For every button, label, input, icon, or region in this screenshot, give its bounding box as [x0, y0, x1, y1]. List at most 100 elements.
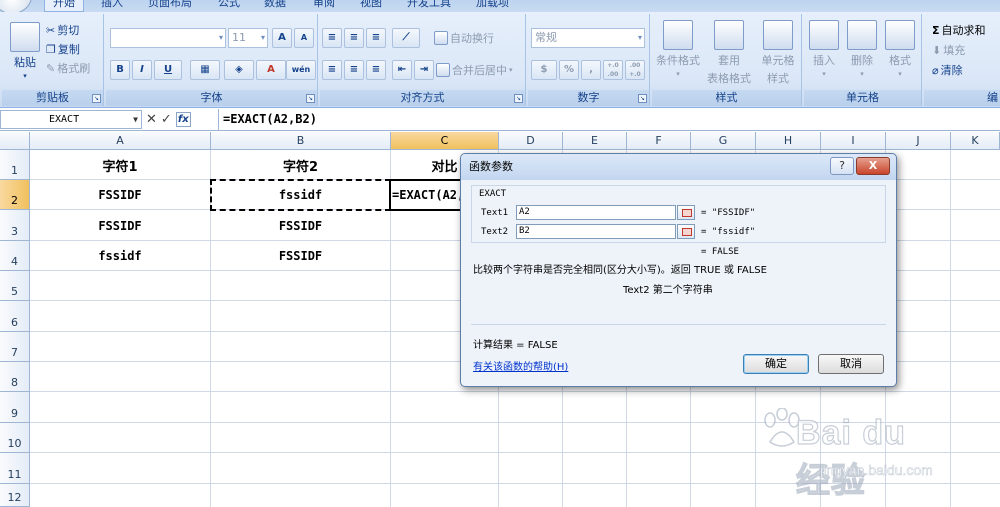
column-header-e[interactable]: E: [563, 132, 627, 150]
column-header-b[interactable]: B: [211, 132, 391, 150]
paste-button[interactable]: 粘贴 ▾: [8, 22, 42, 80]
column-header-f[interactable]: F: [627, 132, 691, 150]
align-bottom-button[interactable]: ≡: [366, 28, 386, 48]
tab-addins[interactable]: 加载项: [476, 0, 509, 12]
cell-b2[interactable]: fssidf: [211, 180, 390, 210]
row-header-11[interactable]: 11: [0, 453, 30, 484]
autosum-button[interactable]: Σ 自动求和: [932, 22, 986, 38]
phonetic-button[interactable]: wén: [286, 60, 316, 80]
cell-a2[interactable]: FSSIDF: [30, 180, 210, 210]
row-header-4[interactable]: 4: [0, 241, 30, 271]
column-header-c[interactable]: C: [391, 132, 499, 150]
help-button[interactable]: ?: [830, 157, 854, 175]
fill-color-button[interactable]: ◈: [224, 60, 254, 80]
alignment-launcher-icon[interactable]: ↘: [514, 94, 523, 103]
ok-button[interactable]: 确定: [743, 354, 809, 374]
cell-a1[interactable]: 字符1: [30, 150, 210, 180]
cut-button[interactable]: ✂ 剪切: [46, 22, 79, 38]
conditional-format-button[interactable]: 条件格式 ▾: [654, 20, 702, 78]
tab-developer[interactable]: 开发工具: [407, 0, 451, 12]
percent-button[interactable]: %: [559, 60, 579, 80]
underline-button[interactable]: U: [154, 60, 182, 80]
format-as-table-button[interactable]: 套用 表格格式: [704, 20, 754, 86]
align-top-button[interactable]: ≡: [322, 28, 342, 48]
decrease-decimal-button[interactable]: .00 +.0: [625, 60, 645, 80]
delete-cells-button[interactable]: 删除 ▾: [846, 20, 878, 78]
align-left-button[interactable]: ≡: [322, 60, 342, 80]
text1-input[interactable]: A2: [516, 205, 676, 220]
font-launcher-icon[interactable]: ↘: [306, 94, 315, 103]
format-cells-button[interactable]: 格式 ▾: [884, 20, 916, 78]
align-right-button[interactable]: ≡: [366, 60, 386, 80]
cell-a3[interactable]: FSSIDF: [30, 210, 210, 241]
column-header-i[interactable]: I: [821, 132, 886, 150]
tab-home[interactable]: 开始: [44, 0, 84, 12]
cancel-button[interactable]: 取消: [818, 354, 884, 374]
tab-insert[interactable]: 插入: [101, 0, 123, 12]
font-size-combo[interactable]: 11 ▾: [228, 28, 268, 48]
tab-view[interactable]: 视图: [360, 0, 382, 12]
insert-cells-button[interactable]: 插入 ▾: [808, 20, 840, 78]
row-header-10[interactable]: 10: [0, 423, 30, 453]
fill-button[interactable]: ⬇ 填充: [932, 42, 965, 58]
office-button[interactable]: [0, 0, 32, 12]
column-header-a[interactable]: A: [30, 132, 211, 150]
row-header-9[interactable]: 9: [0, 392, 30, 423]
align-middle-button[interactable]: ≡: [344, 28, 364, 48]
cell-a4[interactable]: fssidf: [30, 241, 210, 271]
comma-button[interactable]: ,: [581, 60, 601, 80]
italic-button[interactable]: I: [132, 60, 152, 80]
align-center-button[interactable]: ≡: [344, 60, 364, 80]
column-header-h[interactable]: H: [756, 132, 821, 150]
row-header-3[interactable]: 3: [0, 210, 30, 241]
enter-icon[interactable]: ✓: [161, 112, 172, 127]
wrap-text-button[interactable]: 自动换行: [434, 30, 494, 46]
cell-b1[interactable]: 字符2: [211, 150, 390, 180]
decrease-indent-button[interactable]: ⇤: [392, 60, 412, 80]
tab-page-layout[interactable]: 页面布局: [148, 0, 192, 12]
cell-b3[interactable]: FSSIDF: [211, 210, 390, 241]
tab-data[interactable]: 数据: [264, 0, 286, 12]
text2-input[interactable]: B2: [516, 224, 676, 239]
column-header-k[interactable]: K: [951, 132, 1000, 150]
shrink-font-button[interactable]: A: [294, 28, 314, 48]
column-header-g[interactable]: G: [691, 132, 756, 150]
format-painter-button[interactable]: ✎ 格式刷: [46, 60, 90, 76]
copy-button[interactable]: ❐ 复制: [46, 41, 80, 57]
function-help-link[interactable]: 有关该函数的帮助(H): [473, 358, 568, 373]
clipboard-launcher-icon[interactable]: ↘: [92, 94, 101, 103]
row-header-6[interactable]: 6: [0, 301, 30, 332]
currency-button[interactable]: $: [531, 60, 557, 80]
number-launcher-icon[interactable]: ↘: [638, 94, 647, 103]
cancel-icon[interactable]: ✕: [146, 112, 157, 127]
row-header-12[interactable]: 12: [0, 484, 30, 507]
increase-indent-button[interactable]: ⇥: [414, 60, 434, 80]
name-box[interactable]: EXACT ▼: [0, 110, 142, 129]
column-header-j[interactable]: J: [886, 132, 951, 150]
borders-button[interactable]: ▦: [190, 60, 220, 80]
row-header-1[interactable]: 1: [0, 150, 30, 180]
font-name-combo[interactable]: ▾: [110, 28, 226, 48]
select-all-corner[interactable]: [0, 132, 30, 150]
column-header-d[interactable]: D: [499, 132, 563, 150]
range-picker-icon[interactable]: [677, 224, 695, 239]
font-color-button[interactable]: A: [256, 60, 286, 80]
close-button[interactable]: X: [856, 157, 890, 175]
row-header-2[interactable]: 2: [0, 180, 30, 210]
clear-button[interactable]: ⌀ 清除: [932, 62, 963, 78]
tab-review[interactable]: 审阅: [313, 0, 335, 12]
cell-styles-button[interactable]: 单元格 样式: [756, 20, 800, 86]
orientation-button[interactable]: ⟋: [392, 28, 420, 48]
cell-b4[interactable]: FSSIDF: [211, 241, 390, 271]
increase-decimal-button[interactable]: +.0 .00: [603, 60, 623, 80]
bold-button[interactable]: B: [110, 60, 130, 80]
merge-center-button[interactable]: 合并后居中 ▾: [436, 62, 513, 78]
row-header-8[interactable]: 8: [0, 362, 30, 392]
insert-function-button[interactable]: fx: [175, 112, 191, 127]
row-header-7[interactable]: 7: [0, 332, 30, 362]
formula-input[interactable]: =EXACT(A2,B2): [218, 109, 1000, 130]
grow-font-button[interactable]: A: [272, 28, 292, 48]
row-header-5[interactable]: 5: [0, 271, 30, 301]
range-picker-icon[interactable]: [677, 205, 695, 220]
tab-formulas[interactable]: 公式: [218, 0, 240, 12]
